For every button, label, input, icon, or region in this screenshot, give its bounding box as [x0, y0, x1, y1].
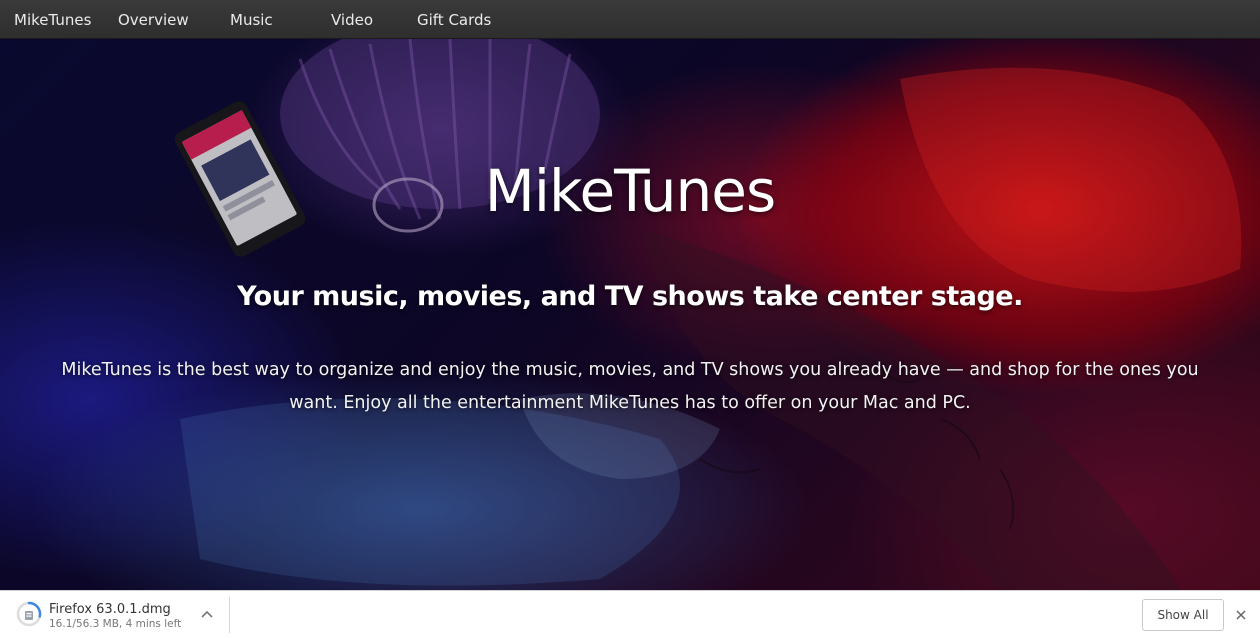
download-bar: Firefox 63.0.1.dmg 16.1/56.3 MB, 4 mins …	[0, 590, 1260, 638]
close-icon[interactable]	[1233, 607, 1249, 623]
page: MikeTunes Overview Music Video Gift Card…	[0, 0, 1260, 638]
hero-title: MikeTunes	[484, 157, 776, 225]
hero-description: MikeTunes is the best way to organize an…	[61, 360, 1199, 413]
chevron-up-icon[interactable]	[198, 606, 216, 624]
download-status: 16.1/56.3 MB, 4 mins left	[49, 618, 182, 630]
top-nav: MikeTunes Overview Music Video Gift Card…	[0, 0, 1260, 39]
download-file-name: Firefox 63.0.1.dmg	[49, 602, 171, 617]
nav-link-video[interactable]: Video	[331, 0, 373, 39]
nav-link-overview[interactable]: Overview	[118, 0, 189, 39]
download-item[interactable]: Firefox 63.0.1.dmg 16.1/56.3 MB, 4 mins …	[0, 591, 230, 638]
hero-background-photo	[0, 39, 1260, 590]
download-divider	[229, 597, 230, 633]
nav-link-music[interactable]: Music	[230, 0, 273, 39]
show-all-button[interactable]: Show All	[1142, 599, 1224, 631]
nav-brand-link[interactable]: MikeTunes	[14, 0, 91, 39]
hero-subtitle: Your music, movies, and TV shows take ce…	[237, 281, 1023, 312]
hero-section: MikeTunes Your music, movies, and TV sho…	[0, 39, 1260, 590]
nav-link-gift-cards[interactable]: Gift Cards	[417, 0, 491, 39]
download-progress-icon	[16, 601, 42, 627]
